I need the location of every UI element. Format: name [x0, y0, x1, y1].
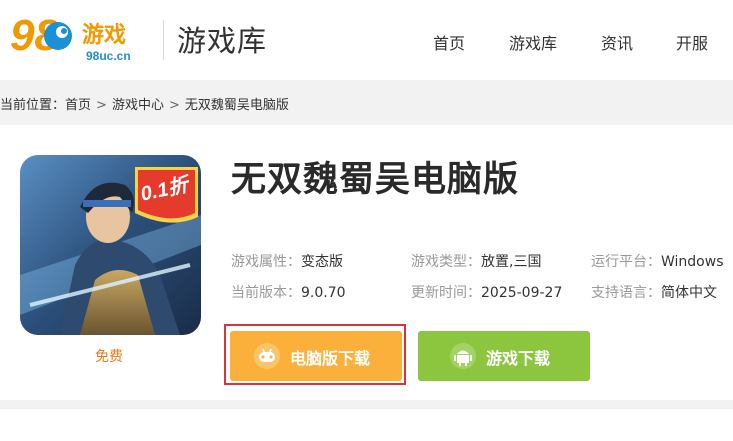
- nav-item-news[interactable]: 资讯: [601, 30, 633, 54]
- nav-item-home[interactable]: 首页: [433, 30, 465, 54]
- nav-item-game-library[interactable]: 游戏库: [509, 30, 557, 54]
- breadcrumb-current: 无双魏蜀吴电脑版: [184, 98, 289, 113]
- next-section: [0, 409, 733, 441]
- gamepad-icon: [254, 343, 280, 369]
- attr-game-type: 游戏类型：放置,三国: [411, 254, 542, 270]
- breadcrumb-separator: >: [168, 98, 180, 113]
- attr-update-time: 更新时间：2025-09-27: [411, 285, 563, 301]
- attr-language: 支持语言：简体中文: [591, 285, 717, 301]
- game-title: 无双魏蜀吴电脑版: [231, 160, 520, 200]
- pc-download-label: 电脑版下载: [290, 349, 371, 368]
- game-download-label: 游戏下载: [486, 349, 551, 368]
- page-title: 游戏库: [177, 24, 268, 58]
- breadcrumb-game-center[interactable]: 游戏中心: [112, 98, 164, 113]
- game-icon-image[interactable]: 0.1折: [20, 155, 201, 335]
- price-label: 免费: [95, 349, 123, 365]
- pc-download-button[interactable]: 电脑版下载: [230, 331, 402, 381]
- site-logo[interactable]: 98 游戏 98uc.cn: [10, 8, 150, 68]
- breadcrumb-prefix: 当前位置：: [0, 98, 66, 113]
- svg-text:98uc.cn: 98uc.cn: [86, 49, 131, 63]
- site-header: 98 游戏 98uc.cn 游戏库 首页 游戏库 资讯 开服: [0, 0, 733, 80]
- svg-text:游戏: 游戏: [82, 22, 126, 48]
- game-download-button[interactable]: 游戏下载: [418, 331, 590, 381]
- attr-game-property: 游戏属性：变态版: [231, 254, 343, 270]
- attr-platform: 运行平台：Windows: [591, 254, 724, 270]
- breadcrumb-separator: >: [96, 98, 107, 113]
- attr-version: 当前版本：9.0.70: [231, 285, 346, 301]
- logo-divider: [163, 20, 164, 60]
- breadcrumb: 当前位置：首页 > 游戏中心 > 无双魏蜀吴电脑版: [0, 94, 289, 113]
- nav-item-server-open[interactable]: 开服: [676, 30, 708, 54]
- breadcrumb-home[interactable]: 首页: [65, 98, 91, 113]
- android-icon: [450, 343, 476, 369]
